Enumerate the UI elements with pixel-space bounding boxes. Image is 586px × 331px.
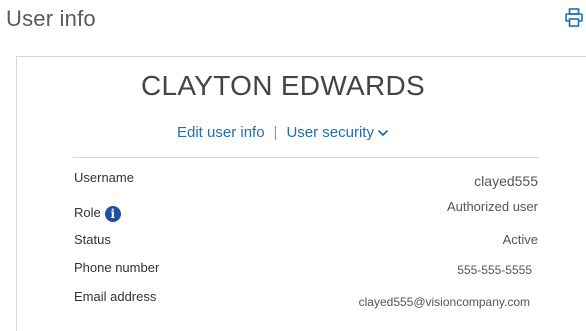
chevron-down-icon	[377, 129, 389, 137]
phone-number-label: Phone number	[74, 260, 160, 275]
email-address-label: Email address	[74, 289, 157, 304]
role-label-group: Role i	[74, 205, 121, 222]
printer-icon	[565, 8, 583, 27]
phone-number-value: 555-555-5555	[457, 263, 532, 277]
user-security-link[interactable]: User security	[286, 124, 389, 141]
user-action-links: Edit user info | User security	[0, 124, 566, 141]
role-value: Authorized user	[446, 199, 538, 214]
status-label: Status	[74, 232, 111, 247]
username-label: Username	[74, 170, 134, 185]
user-full-name: CLAYTON EDWARDS	[140, 70, 426, 101]
status-value: Active	[502, 232, 538, 247]
page-title: User info	[6, 6, 96, 31]
section-divider	[73, 157, 539, 158]
link-separator: |	[273, 124, 278, 141]
user-security-label: User security	[286, 124, 374, 141]
role-label: Role	[74, 205, 101, 220]
info-icon[interactable]: i	[104, 205, 121, 222]
email-address-value: clayed555@visioncompany.com	[358, 295, 530, 309]
print-button[interactable]	[565, 8, 583, 28]
username-value: clayed555	[474, 173, 538, 189]
edit-user-info-link[interactable]: Edit user info	[177, 124, 265, 141]
